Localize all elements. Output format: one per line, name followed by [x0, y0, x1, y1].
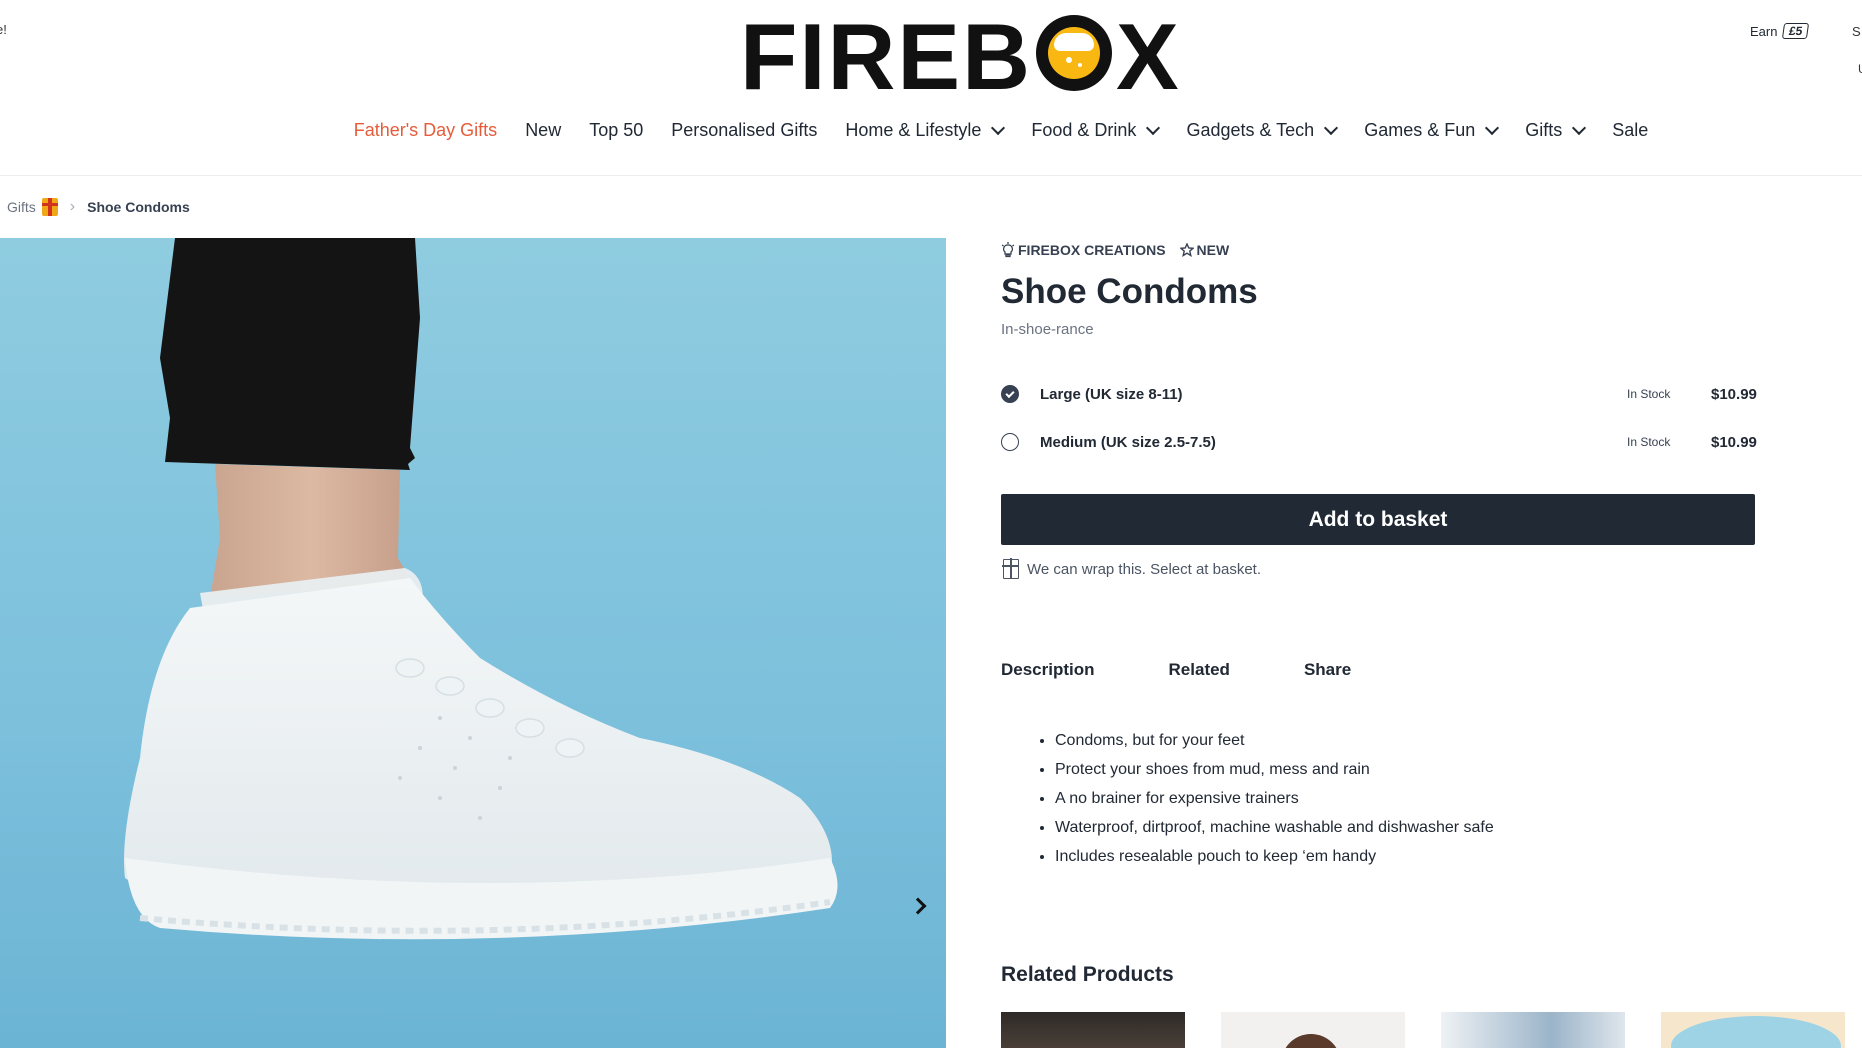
- related-product-thumb[interactable]: [1661, 1012, 1845, 1048]
- earn-label: Earn: [1750, 23, 1778, 39]
- radio-checked-icon[interactable]: [1001, 385, 1019, 403]
- nav-label: Games & Fun: [1364, 120, 1476, 140]
- nav-label: Gadgets & Tech: [1186, 120, 1315, 140]
- nav-label: Sale: [1612, 120, 1649, 140]
- nav-fathers-day-gifts[interactable]: Father's Day Gifts: [354, 120, 497, 141]
- new-badge: NEW: [1179, 242, 1230, 258]
- earn-rewards-link[interactable]: Earn £5: [1750, 23, 1810, 39]
- product-subtitle: In-shoe-rance: [1001, 321, 1094, 338]
- list-item: A no brainer for expensive trainers: [1055, 784, 1494, 813]
- chevron-right-icon: [909, 897, 927, 915]
- star-icon: [1179, 243, 1194, 257]
- related-product-thumb[interactable]: [1221, 1012, 1405, 1048]
- firebox-logo[interactable]: FIREB X: [740, 4, 1181, 109]
- chevron-right-icon: ›: [69, 198, 76, 215]
- nav-label: Personalised Gifts: [671, 120, 818, 140]
- logo-wordmark-right: X: [1116, 4, 1181, 109]
- description-list: Condoms, but for your feet Protect your …: [1055, 726, 1494, 871]
- option-price: $10.99: [1711, 433, 1757, 451]
- list-item: Includes resealable pouch to keep ‘em ha…: [1055, 842, 1494, 871]
- related-product-thumb[interactable]: [1001, 1012, 1185, 1048]
- firebox-creations-badge: FIREBOX CREATIONS: [1001, 242, 1166, 258]
- product-tabs: Description Related Share: [1001, 660, 1351, 680]
- header-edge-link[interactable]: S: [1852, 24, 1861, 39]
- nav-label: Father's Day Gifts: [353, 120, 498, 140]
- option-price: $10.99: [1711, 385, 1757, 403]
- nav-label: Food & Drink: [1031, 120, 1137, 140]
- nav-personalised-gifts[interactable]: Personalised Gifts: [671, 120, 817, 141]
- beer-glass-logo-icon: [1036, 15, 1112, 91]
- main-navigation: Father's Day Gifts New Top 50 Personalis…: [0, 120, 1862, 141]
- nav-top-50[interactable]: Top 50: [589, 120, 643, 141]
- nav-label: Gifts: [1525, 120, 1563, 140]
- nav-gifts[interactable]: Gifts: [1525, 120, 1587, 141]
- product-badges: FIREBOX CREATIONS NEW: [1001, 242, 1229, 258]
- chevron-down-icon: [991, 120, 1006, 136]
- chevron-down-icon: [1146, 120, 1161, 136]
- header-edge-text: e!: [0, 22, 7, 37]
- list-item: Protect your shoes from mud, mess and ra…: [1055, 755, 1494, 784]
- logo-wordmark-left: FIREB: [740, 4, 1032, 109]
- nav-gadgets-tech[interactable]: Gadgets & Tech: [1186, 120, 1339, 141]
- shoe-photo: [124, 238, 838, 940]
- nav-label: New: [525, 120, 562, 140]
- chevron-down-icon: [1572, 120, 1587, 136]
- size-option-medium[interactable]: Medium (UK size 2.5-7.5) In Stock $10.99: [1001, 427, 1757, 457]
- related-products-heading: Related Products: [1001, 963, 1174, 986]
- tab-description[interactable]: Description: [1001, 660, 1095, 680]
- option-label: Large (UK size 8-11): [1040, 385, 1183, 403]
- radio-unchecked-icon[interactable]: [1001, 433, 1019, 451]
- list-item: Condoms, but for your feet: [1055, 726, 1494, 755]
- stock-status: In Stock: [1627, 435, 1671, 449]
- stock-status: In Stock: [1627, 387, 1671, 401]
- nav-label: Home & Lifestyle: [845, 120, 982, 140]
- product-title: Shoe Condoms: [1001, 272, 1258, 311]
- option-label: Medium (UK size 2.5-7.5): [1040, 433, 1216, 451]
- add-to-basket-button[interactable]: Add to basket: [1001, 494, 1755, 545]
- tab-related[interactable]: Related: [1169, 660, 1230, 680]
- header-divider: [0, 175, 1862, 176]
- breadcrumb-parent-label: Gifts: [7, 199, 36, 215]
- badge-label: FIREBOX CREATIONS: [1018, 242, 1166, 258]
- gift-wrap-icon: [1002, 558, 1019, 579]
- nav-sale[interactable]: Sale: [1612, 120, 1648, 141]
- header-edge-link-secondary[interactable]: U: [1858, 62, 1862, 76]
- gift-wrap-text: We can wrap this. Select at basket.: [1027, 560, 1262, 578]
- nav-games-fun[interactable]: Games & Fun: [1364, 120, 1500, 141]
- list-item: Waterproof, dirtproof, machine washable …: [1055, 813, 1494, 842]
- size-option-large[interactable]: Large (UK size 8-11) In Stock $10.99: [1001, 379, 1757, 409]
- badge-label: NEW: [1196, 242, 1230, 258]
- chevron-down-icon: [1324, 120, 1339, 136]
- tab-share[interactable]: Share: [1304, 660, 1351, 680]
- related-product-thumb[interactable]: [1441, 1012, 1625, 1048]
- breadcrumb-current: Shoe Condoms: [87, 199, 190, 215]
- gift-icon: [41, 198, 58, 216]
- gift-wrap-note: We can wrap this. Select at basket.: [1002, 558, 1262, 579]
- nav-label: Top 50: [589, 120, 644, 140]
- lightbulb-icon: [1001, 242, 1015, 258]
- nav-new[interactable]: New: [525, 120, 561, 141]
- chevron-down-icon: [1485, 120, 1500, 136]
- product-image: [0, 238, 946, 1048]
- banknote-icon: £5: [1782, 23, 1810, 39]
- breadcrumb-gifts-link[interactable]: Gifts: [7, 198, 58, 216]
- breadcrumb: Gifts › Shoe Condoms: [7, 198, 190, 216]
- nav-home-lifestyle[interactable]: Home & Lifestyle: [845, 120, 1006, 141]
- nav-food-drink[interactable]: Food & Drink: [1031, 120, 1161, 141]
- next-image-button[interactable]: [900, 888, 936, 924]
